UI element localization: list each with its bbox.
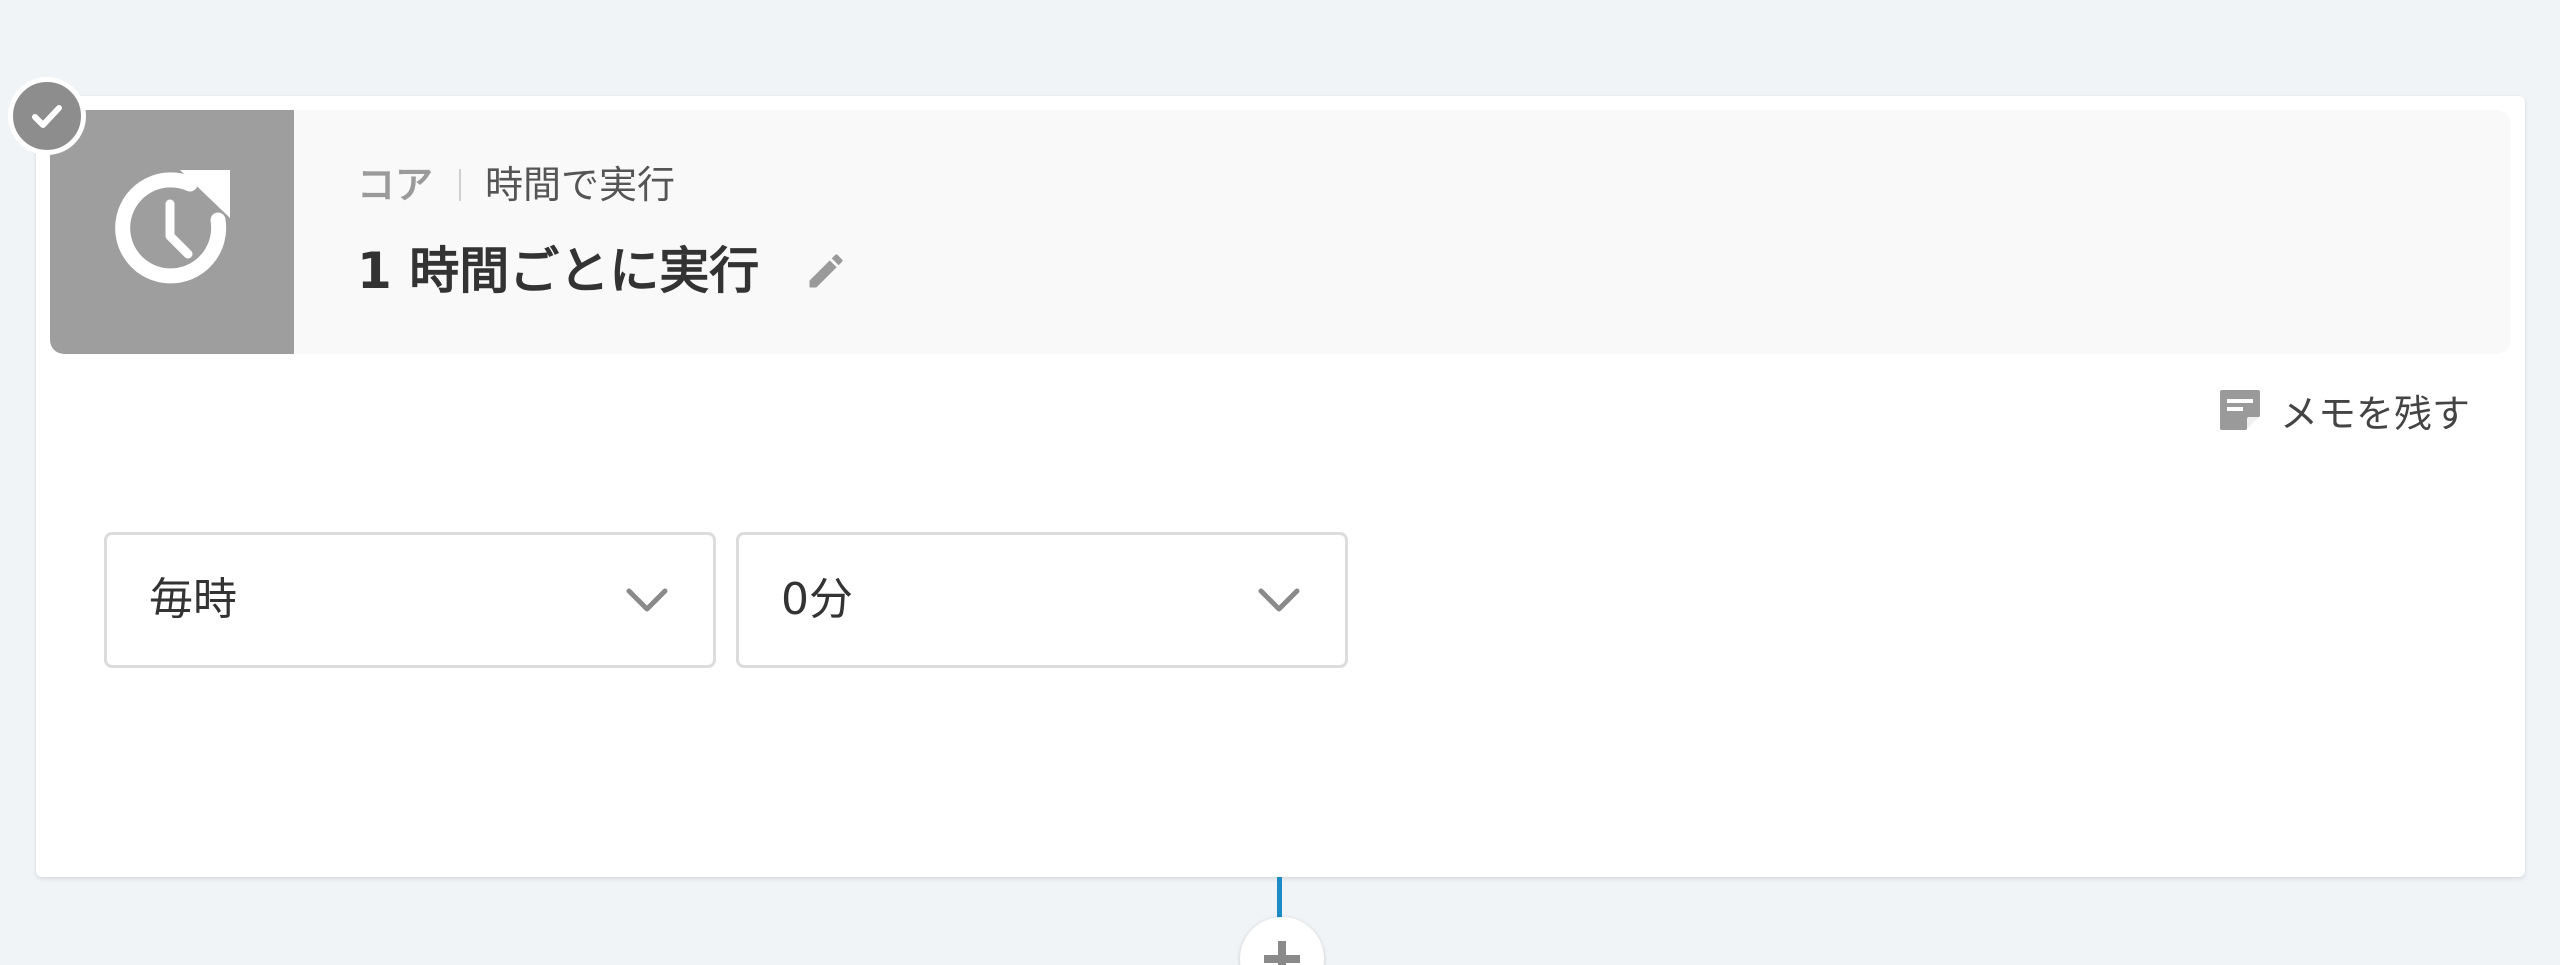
step-header: コア 時間で実行 1 時間ごとに実行 (50, 110, 2511, 354)
step-breadcrumb: コア 時間で実行 (357, 160, 675, 210)
workflow-canvas: コア 時間で実行 1 時間ごとに実行 メモを残す 毎時 0分 (0, 0, 2560, 965)
note-icon (2216, 386, 2264, 434)
clock-refresh-icon (115, 170, 230, 284)
step-card: コア 時間で実行 1 時間ごとに実行 メモを残す 毎時 0分 (36, 96, 2525, 877)
chevron-down-icon (1258, 588, 1300, 612)
step-title: 1 時間ごとに実行 (357, 242, 760, 300)
pencil-icon (809, 254, 843, 288)
chevron-down-icon (626, 588, 668, 612)
step-title-row: 1 時間ごとに実行 (357, 238, 851, 304)
step-subtitle: 時間で実行 (485, 163, 676, 207)
step-category: コア (357, 163, 434, 207)
breadcrumb-divider (459, 169, 462, 201)
minute-value: 0分 (781, 574, 853, 625)
plus-icon (1264, 941, 1300, 965)
edit-title-button[interactable] (801, 246, 851, 296)
step-icon-tile (50, 110, 294, 354)
check-icon (32, 105, 62, 128)
step-status-badge (8, 77, 86, 155)
frequency-value: 毎時 (149, 574, 237, 625)
frequency-select[interactable]: 毎時 (104, 532, 716, 668)
minute-select[interactable]: 0分 (736, 532, 1348, 668)
leave-memo-button[interactable]: メモを残す (2216, 382, 2470, 438)
memo-label: メモを残す (2280, 391, 2471, 436)
add-step-button[interactable] (1240, 917, 1324, 965)
